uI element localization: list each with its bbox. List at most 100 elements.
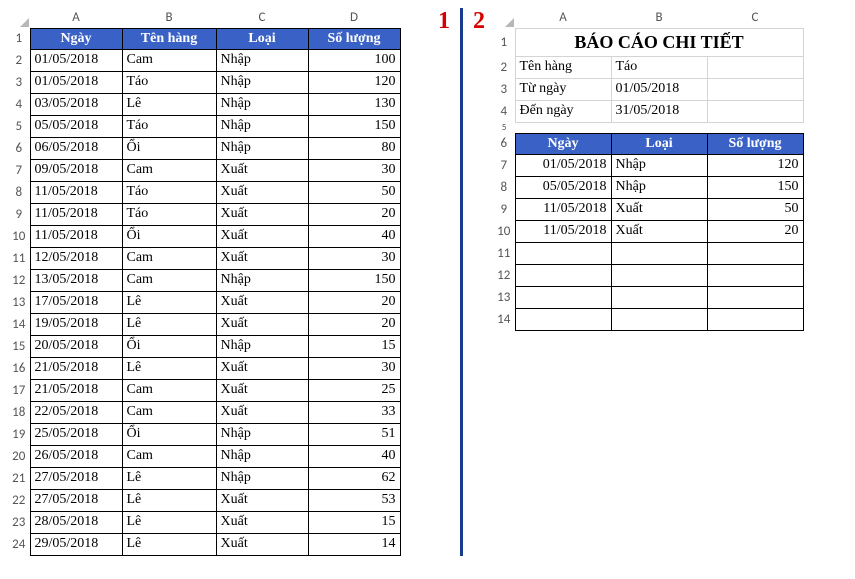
cell-so-luong[interactable]: 120 [308,71,400,93]
cell[interactable] [611,264,707,286]
row-header[interactable]: 12 [493,264,515,286]
col-header[interactable]: C [707,8,803,28]
row-header[interactable]: 14 [493,308,515,330]
header-ten-hang[interactable]: Tên hàng [122,28,216,49]
select-all-corner[interactable] [8,8,30,28]
cell-loai[interactable]: Xuất [216,291,308,313]
row-header[interactable]: 6 [493,133,515,154]
filter-value[interactable]: 01/05/2018 [611,78,707,100]
cell-loai[interactable]: Xuất [216,357,308,379]
cell-so-luong[interactable]: 30 [308,357,400,379]
cell-loai[interactable]: Nhập [216,467,308,489]
cell-so-luong[interactable]: 20 [308,291,400,313]
filter-value[interactable]: 31/05/2018 [611,100,707,122]
row-header[interactable]: 11 [493,242,515,264]
header-so-luong[interactable]: Số lượng [707,133,803,154]
row-header[interactable]: 1 [8,28,30,49]
row-header[interactable]: 4 [493,100,515,122]
cell-so-luong[interactable]: 20 [707,220,803,242]
row-header[interactable]: 7 [8,159,30,181]
cell-ten-hang[interactable]: Ổi [122,335,216,357]
cell-so-luong[interactable]: 50 [308,181,400,203]
row-header[interactable]: 8 [8,181,30,203]
cell-ngay[interactable]: 11/05/2018 [515,220,611,242]
cell-loai[interactable]: Nhập [216,115,308,137]
row-header[interactable]: 9 [8,203,30,225]
cell-loai[interactable]: Xuất [216,511,308,533]
row-header[interactable]: 24 [8,533,30,555]
cell-ten-hang[interactable]: Cam [122,159,216,181]
row-header[interactable]: 8 [493,176,515,198]
cell-loai[interactable]: Xuất [216,203,308,225]
cell-ten-hang[interactable]: Lê [122,93,216,115]
col-header[interactable]: A [515,8,611,28]
cell-so-luong[interactable]: 40 [308,445,400,467]
cell-loai[interactable]: Xuất [216,181,308,203]
cell-so-luong[interactable]: 51 [308,423,400,445]
col-header[interactable]: A [30,8,122,28]
row-header[interactable]: 4 [8,93,30,115]
cell-so-luong[interactable]: 80 [308,137,400,159]
cell-ten-hang[interactable]: Cam [122,49,216,71]
cell-ngay[interactable]: 05/05/2018 [30,115,122,137]
cell-loai[interactable]: Nhập [216,71,308,93]
cell-so-luong[interactable]: 150 [308,269,400,291]
cell-loai[interactable]: Xuất [216,247,308,269]
cell-ten-hang[interactable]: Lê [122,467,216,489]
col-header[interactable]: B [122,8,216,28]
cell-ten-hang[interactable]: Ổi [122,225,216,247]
row-header[interactable]: 14 [8,313,30,335]
cell-ten-hang[interactable]: Cam [122,401,216,423]
cell[interactable] [707,78,803,100]
report-title[interactable]: BÁO CÁO CHI TIẾT [515,28,803,56]
row-header[interactable]: 1 [493,28,515,56]
row-header[interactable]: 17 [8,379,30,401]
cell-ngay[interactable]: 13/05/2018 [30,269,122,291]
cell-ten-hang[interactable]: Cam [122,269,216,291]
cell-ngay[interactable]: 11/05/2018 [515,198,611,220]
cell-ten-hang[interactable]: Cam [122,247,216,269]
cell-so-luong[interactable]: 150 [308,115,400,137]
cell-ten-hang[interactable]: Lê [122,533,216,555]
row-header[interactable]: 2 [493,56,515,78]
cell-ten-hang[interactable]: Cam [122,445,216,467]
cell-ngay[interactable]: 17/05/2018 [30,291,122,313]
row-header[interactable]: 22 [8,489,30,511]
cell-so-luong[interactable]: 14 [308,533,400,555]
cell-so-luong[interactable]: 30 [308,247,400,269]
cell-ten-hang[interactable]: Lê [122,489,216,511]
sheet1-table[interactable]: A B C D 1 Ngày Tên hàng Loại Số lượng 20… [8,8,401,556]
cell[interactable] [611,242,707,264]
cell-ngay[interactable]: 28/05/2018 [30,511,122,533]
cell-so-luong[interactable]: 130 [308,93,400,115]
row-header[interactable]: 6 [8,137,30,159]
cell[interactable] [707,264,803,286]
row-header[interactable]: 10 [8,225,30,247]
cell-ten-hang[interactable]: Lê [122,511,216,533]
cell-ngay[interactable]: 03/05/2018 [30,93,122,115]
cell-ngay[interactable]: 26/05/2018 [30,445,122,467]
filter-label[interactable]: Từ ngày [515,78,611,100]
cell[interactable] [707,100,803,122]
cell[interactable] [707,308,803,330]
cell-loai[interactable]: Nhập [216,137,308,159]
cell-ten-hang[interactable]: Lê [122,313,216,335]
cell-ten-hang[interactable]: Táo [122,181,216,203]
cell-loai[interactable]: Xuất [216,225,308,247]
header-loai[interactable]: Loại [216,28,308,49]
row-header[interactable]: 19 [8,423,30,445]
cell-ngay[interactable]: 20/05/2018 [30,335,122,357]
cell-ten-hang[interactable]: Lê [122,357,216,379]
cell-so-luong[interactable]: 15 [308,335,400,357]
cell-loai[interactable]: Nhập [216,335,308,357]
cell-so-luong[interactable]: 33 [308,401,400,423]
cell[interactable] [707,286,803,308]
cell-ngay[interactable]: 21/05/2018 [30,357,122,379]
header-loai[interactable]: Loại [611,133,707,154]
row-header[interactable]: 16 [8,357,30,379]
cell-loai[interactable]: Xuất [216,379,308,401]
cell-ngay[interactable]: 09/05/2018 [30,159,122,181]
cell-ngay[interactable]: 19/05/2018 [30,313,122,335]
cell-ngay[interactable]: 11/05/2018 [30,181,122,203]
cell-ngay[interactable]: 12/05/2018 [30,247,122,269]
